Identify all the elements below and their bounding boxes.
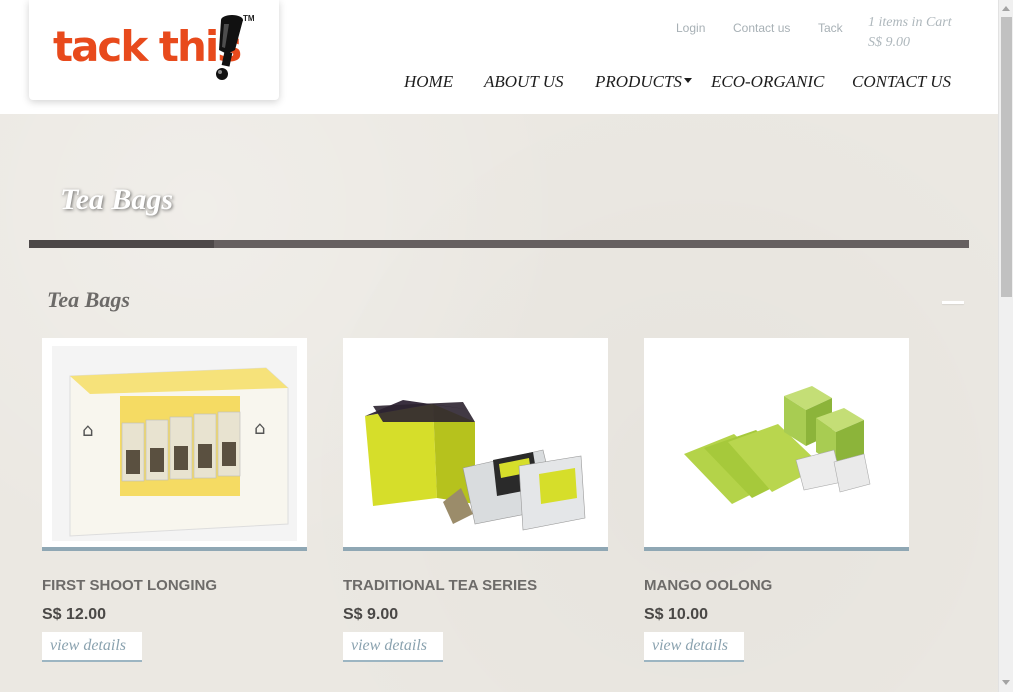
product-price: S$ 9.00 <box>343 606 399 623</box>
tack-link[interactable]: Tack <box>818 21 843 35</box>
tea-box-image <box>684 386 871 504</box>
product-card: MANGO OOLONG S$ 10.00 view details <box>644 338 909 662</box>
login-link[interactable]: Login <box>676 21 705 35</box>
site-header: tack this TM Login Contact us Tack 1 ite… <box>0 0 998 114</box>
product-image[interactable] <box>644 338 909 551</box>
svg-text:⌂: ⌂ <box>82 420 93 441</box>
contact-us-link[interactable]: Contact us <box>733 21 790 35</box>
product-image[interactable] <box>343 338 608 551</box>
cart-items-count: 1 items in Cart <box>868 15 952 30</box>
product-name[interactable]: MANGO OOLONG <box>644 577 772 594</box>
nav-contact-us[interactable]: CONTACT US <box>852 72 951 92</box>
product-name[interactable]: TRADITIONAL TEA SERIES <box>343 577 537 594</box>
nav-about-us[interactable]: ABOUT US <box>484 72 564 92</box>
page: tack this TM Login Contact us Tack 1 ite… <box>0 0 998 692</box>
tea-box-image: ⌂ ⌂ <box>52 346 297 541</box>
view-details-button[interactable]: view details <box>42 632 142 662</box>
scroll-down-arrow-icon[interactable] <box>1002 680 1010 685</box>
logo[interactable]: tack this TM <box>29 0 279 100</box>
product-card: TRADITIONAL TEA SERIES S$ 9.00 view deta… <box>343 338 608 662</box>
product-price: S$ 12.00 <box>42 606 107 623</box>
svg-text:⌂: ⌂ <box>254 418 265 439</box>
nav-products-label: PRODUCTS <box>595 72 682 91</box>
cart-summary[interactable]: 1 items in Cart S$ 9.00 <box>868 13 952 53</box>
view-details-button[interactable]: view details <box>644 632 744 662</box>
nav-home[interactable]: HOME <box>404 72 453 92</box>
bottle-icon <box>216 15 243 80</box>
cart-total: S$ 9.00 <box>868 35 910 50</box>
vertical-scrollbar[interactable] <box>998 0 1013 692</box>
product-card: ⌂ ⌂ FIRST SHOOT LONGING S$ 12.00 view de… <box>42 338 307 662</box>
product-name[interactable]: FIRST SHOOT LONGING <box>42 577 217 594</box>
chevron-down-icon <box>683 77 692 83</box>
product-image[interactable]: ⌂ ⌂ <box>42 338 307 551</box>
product-price: S$ 10.00 <box>644 606 709 623</box>
trademark: TM <box>243 14 255 23</box>
collapse-button[interactable] <box>942 301 964 304</box>
scroll-up-arrow-icon[interactable] <box>1002 6 1010 11</box>
view-details-button[interactable]: view details <box>343 632 443 662</box>
title-divider-accent <box>29 240 214 248</box>
nav-eco-organic[interactable]: ECO-ORGANIC <box>711 72 824 92</box>
tea-box-image <box>365 400 586 531</box>
scrollbar-thumb[interactable] <box>1001 17 1012 297</box>
nav-products[interactable]: PRODUCTS <box>595 72 692 92</box>
page-title: Tea Bags <box>60 183 174 216</box>
section-title: Tea Bags <box>47 287 130 312</box>
